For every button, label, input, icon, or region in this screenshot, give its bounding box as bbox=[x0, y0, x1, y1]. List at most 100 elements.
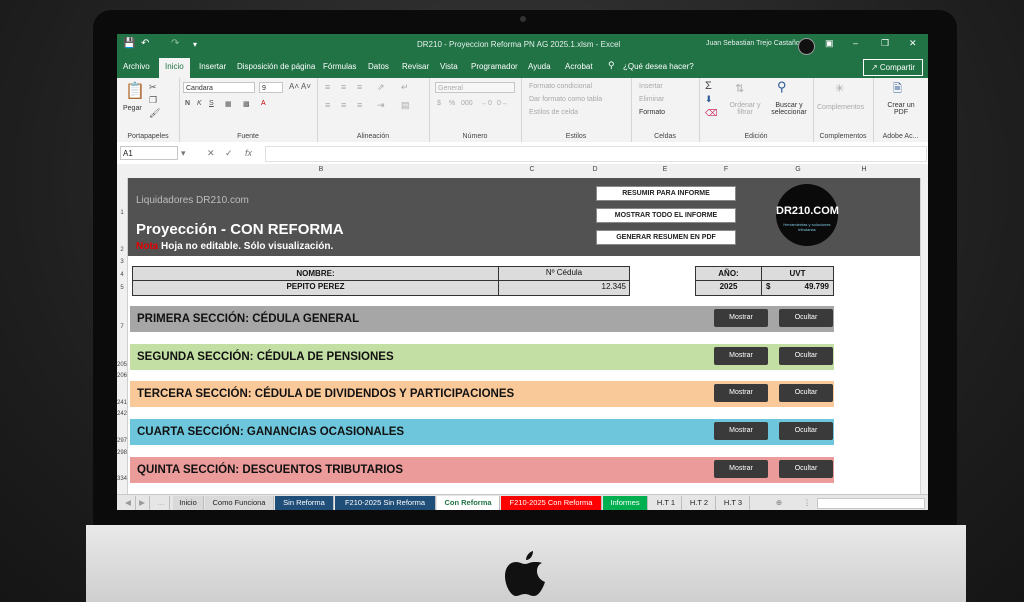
addins-button[interactable]: Complementos bbox=[817, 104, 864, 111]
horizontal-scrollbar[interactable] bbox=[817, 498, 925, 509]
hide-button[interactable]: Ocultar bbox=[779, 422, 833, 440]
tab-disposicion[interactable]: Disposición de página bbox=[237, 62, 315, 71]
sheet-tab-con-reforma[interactable]: Con Reforma bbox=[437, 496, 500, 510]
find-select-button[interactable]: Buscar y seleccionar bbox=[769, 102, 809, 116]
row-header[interactable]: 241 bbox=[117, 400, 127, 406]
show-button[interactable]: Mostrar bbox=[714, 347, 768, 365]
row-header[interactable]: 206 bbox=[117, 373, 127, 379]
row-header[interactable]: 297 bbox=[117, 438, 127, 444]
borders-icon[interactable]: ▦ bbox=[225, 100, 232, 108]
format-cells-button[interactable]: Formato bbox=[639, 109, 665, 116]
row-header[interactable]: 298 bbox=[117, 450, 127, 456]
copy-icon[interactable]: ❐ bbox=[149, 95, 157, 106]
tab-datos[interactable]: Datos bbox=[368, 62, 389, 71]
cell-styles-button[interactable]: Estilos de celda bbox=[529, 109, 578, 116]
hide-button[interactable]: Ocultar bbox=[779, 460, 833, 478]
row-header[interactable]: 242 bbox=[117, 411, 127, 417]
grow-font-icon[interactable]: A˄ bbox=[289, 82, 299, 91]
align-middle-icon[interactable]: ≡ bbox=[341, 82, 346, 92]
restore-icon[interactable]: ❐ bbox=[881, 38, 889, 49]
align-top-icon[interactable]: ≡ bbox=[325, 82, 330, 92]
ribbon-display-icon[interactable]: ▣ bbox=[825, 38, 834, 49]
cancel-icon[interactable]: ✕ bbox=[207, 148, 215, 159]
tab-inicio[interactable]: Inicio bbox=[159, 58, 190, 78]
tab-programador[interactable]: Programador bbox=[471, 62, 518, 71]
indent-icon[interactable]: ⇥ bbox=[377, 100, 385, 111]
tab-archivo[interactable]: Archivo bbox=[123, 62, 150, 71]
paste-button[interactable]: Pegar bbox=[123, 105, 142, 112]
sheet-tab-ht2[interactable]: H.T 2 bbox=[683, 496, 716, 510]
column-header-d[interactable]: D bbox=[550, 166, 640, 173]
column-header-f[interactable]: F bbox=[690, 166, 762, 173]
hide-button[interactable]: Ocultar bbox=[779, 309, 833, 327]
column-header-h[interactable]: H bbox=[834, 166, 894, 173]
customize-toolbar-icon[interactable]: ▾ bbox=[193, 40, 197, 49]
show-button[interactable]: Mostrar bbox=[714, 384, 768, 402]
tab-acrobat[interactable]: Acrobat bbox=[565, 62, 593, 71]
create-pdf-button[interactable]: Crear un PDF bbox=[881, 102, 921, 116]
show-button[interactable]: Mostrar bbox=[714, 422, 768, 440]
wrap-text-icon[interactable]: ↵ bbox=[401, 82, 409, 93]
sheet-tab-como-funciona[interactable]: Como Funciona bbox=[205, 496, 274, 510]
sort-filter-button[interactable]: Ordenar y filtrar bbox=[727, 102, 763, 116]
share-button[interactable]: ↗ Compartir bbox=[863, 59, 923, 76]
hide-button[interactable]: Ocultar bbox=[779, 347, 833, 365]
align-right-icon[interactable]: ≡ bbox=[357, 100, 362, 110]
tell-me-search[interactable]: ¿Qué desea hacer? bbox=[623, 62, 694, 71]
sheet-tab-inicio[interactable]: Inicio bbox=[173, 496, 204, 510]
sheet-tab-sin-reforma[interactable]: Sin Reforma bbox=[275, 496, 334, 510]
insert-function-button[interactable]: fx bbox=[245, 148, 252, 158]
conditional-format-button[interactable]: Formato condicional bbox=[529, 83, 592, 90]
tab-ayuda[interactable]: Ayuda bbox=[528, 62, 551, 71]
fill-color-icon[interactable]: ▩ bbox=[243, 100, 250, 108]
align-left-icon[interactable]: ≡ bbox=[325, 100, 330, 110]
tab-insertar[interactable]: Insertar bbox=[199, 62, 226, 71]
pdf-icon[interactable]: 🗎 bbox=[893, 80, 902, 99]
row-header[interactable]: 5 bbox=[117, 285, 127, 291]
row-header[interactable]: 4 bbox=[117, 272, 127, 278]
fill-icon[interactable]: ⬇ bbox=[705, 94, 713, 105]
delete-cells-button[interactable]: Eliminar bbox=[639, 96, 664, 103]
underline-button[interactable]: S bbox=[209, 100, 214, 107]
addins-icon[interactable]: ✳ bbox=[835, 82, 844, 95]
sort-filter-icon[interactable]: ⇅ bbox=[735, 82, 744, 95]
formula-input[interactable] bbox=[265, 146, 927, 162]
summarize-report-button[interactable]: RESUMIR PARA INFORME bbox=[596, 186, 736, 201]
sheet-tab-ht3[interactable]: H.T 3 bbox=[717, 496, 750, 510]
row-header[interactable]: 2 bbox=[117, 247, 127, 253]
font-size-combo[interactable]: 9 bbox=[259, 82, 283, 93]
percent-icon[interactable]: % bbox=[449, 100, 455, 107]
row-header[interactable]: 334 bbox=[117, 476, 127, 482]
sheet-tab-ht1[interactable]: H.T 1 bbox=[651, 496, 682, 510]
cut-icon[interactable]: ✂ bbox=[149, 82, 157, 93]
orientation-icon[interactable]: ⇗ bbox=[377, 82, 385, 93]
avatar[interactable] bbox=[798, 38, 815, 55]
minimize-icon[interactable]: – bbox=[853, 38, 858, 48]
increase-decimal-icon[interactable]: ←0 bbox=[481, 100, 492, 107]
chevron-down-icon[interactable]: ▾ bbox=[181, 148, 186, 159]
decrease-decimal-icon[interactable]: 0→ bbox=[497, 100, 508, 107]
column-header-b[interactable]: B bbox=[128, 166, 514, 173]
show-button[interactable]: Mostrar bbox=[714, 460, 768, 478]
column-header-e[interactable]: E bbox=[640, 166, 690, 173]
number-format-combo[interactable]: General bbox=[435, 82, 515, 93]
tab-revisar[interactable]: Revisar bbox=[402, 62, 429, 71]
generate-pdf-button[interactable]: GENERAR RESUMEN EN PDF bbox=[596, 230, 736, 245]
hide-button[interactable]: Ocultar bbox=[779, 384, 833, 402]
insert-cells-button[interactable]: Insertar bbox=[639, 83, 663, 90]
tab-formulas[interactable]: Fórmulas bbox=[323, 62, 356, 71]
show-button[interactable]: Mostrar bbox=[714, 309, 768, 327]
tab-split-icon[interactable]: ⋮ bbox=[801, 496, 813, 510]
row-header[interactable]: 205 bbox=[117, 362, 127, 368]
currency-icon[interactable]: $ bbox=[437, 100, 441, 107]
more-sheets-icon[interactable]: … bbox=[153, 496, 170, 510]
enter-icon[interactable]: ✓ bbox=[225, 148, 233, 159]
font-name-combo[interactable]: Candara bbox=[183, 82, 255, 93]
name-box[interactable]: A1 bbox=[120, 146, 178, 160]
add-sheet-icon[interactable]: ⊕ bbox=[771, 496, 787, 510]
sheet-tab-f210-con-reforma[interactable]: F210-2025 Con Reforma bbox=[501, 496, 602, 510]
align-bottom-icon[interactable]: ≡ bbox=[357, 82, 362, 92]
next-sheet-icon[interactable]: ▶ bbox=[135, 496, 150, 510]
vertical-scrollbar[interactable] bbox=[920, 178, 928, 494]
shrink-font-icon[interactable]: A˅ bbox=[301, 82, 311, 91]
